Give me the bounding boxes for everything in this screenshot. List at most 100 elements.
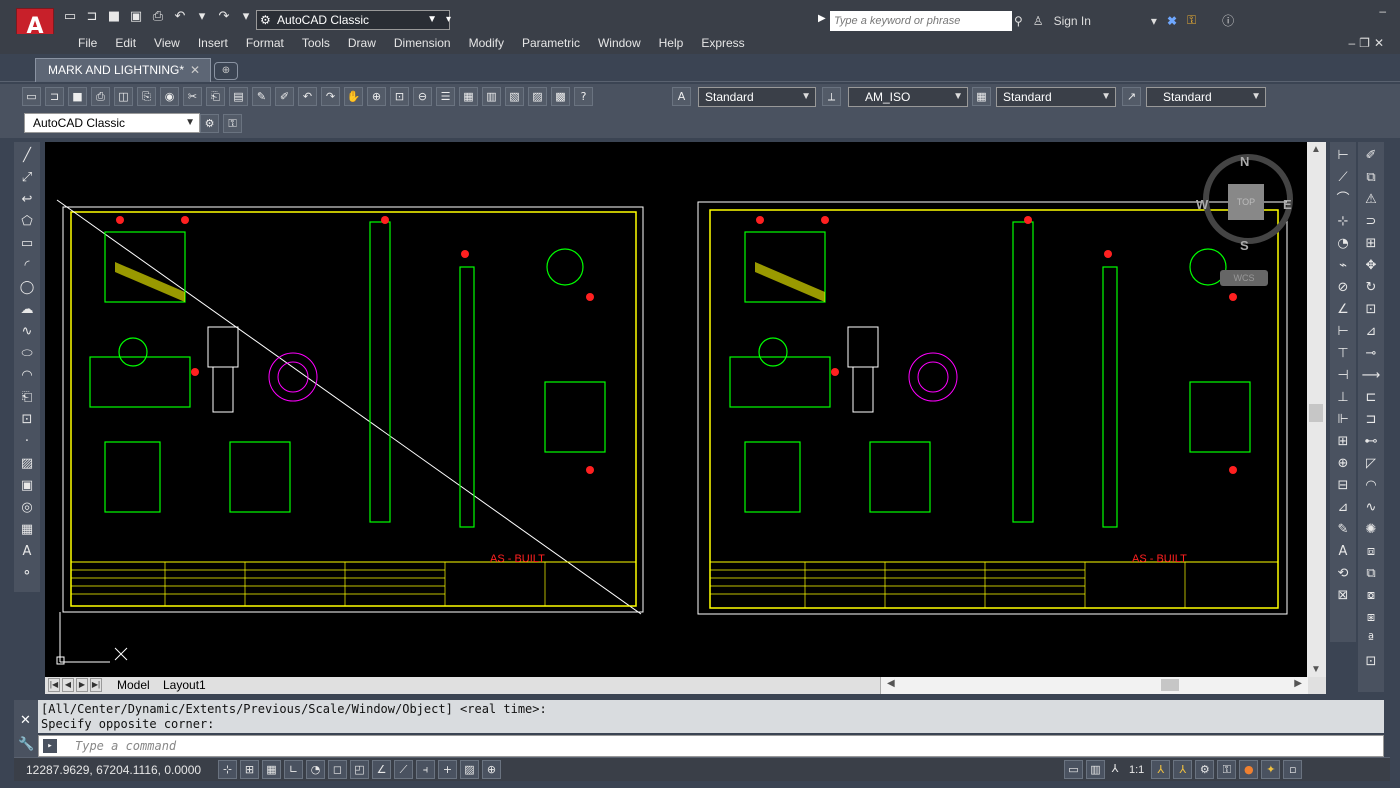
linear-dim-icon[interactable]: ⊢: [1333, 146, 1353, 165]
toolbar-lock-icon[interactable]: ⚿: [1217, 760, 1237, 779]
horizontal-scrollbar[interactable]: ◀ ▶: [880, 677, 1308, 694]
scroll-right-icon[interactable]: ▶: [1294, 678, 1302, 689]
text-style-icon[interactable]: A: [672, 87, 691, 106]
quickcalc-icon[interactable]: ▩: [551, 87, 570, 106]
menu-format[interactable]: Format: [237, 36, 293, 50]
3d-dwf-icon[interactable]: ◉: [160, 87, 179, 106]
menu-edit[interactable]: Edit: [106, 36, 145, 50]
menu-help[interactable]: Help: [650, 36, 693, 50]
command-input[interactable]: ▸ Type a command: [38, 735, 1384, 757]
inspection-icon[interactable]: ⊟: [1333, 476, 1353, 495]
point-icon[interactable]: ·: [17, 432, 37, 451]
model-space-icon[interactable]: ▭: [1064, 760, 1083, 779]
menu-dimension[interactable]: Dimension: [385, 36, 460, 50]
trim-icon[interactable]: ⊸: [1361, 344, 1381, 363]
save-icon[interactable]: ■: [106, 9, 122, 25]
revision-cloud-icon[interactable]: ☁: [17, 300, 37, 319]
continue-icon[interactable]: ⊣: [1333, 366, 1353, 385]
ellipse-icon[interactable]: ⬭: [17, 344, 37, 363]
abc-spell-icon[interactable]: ª: [1361, 630, 1381, 649]
scroll-left-icon[interactable]: ◀: [887, 678, 895, 689]
dynamic-ucs-icon[interactable]: ⟋: [394, 760, 413, 779]
infer-constraints-icon[interactable]: ⊹: [218, 760, 237, 779]
mirror-icon[interactable]: ⚠: [1361, 190, 1381, 209]
open-file-icon[interactable]: ⊐: [84, 9, 100, 25]
aligned-dim-icon[interactable]: ⟋: [1333, 168, 1353, 187]
markup-icon[interactable]: ▨: [528, 87, 547, 106]
zoom-realtime-icon[interactable]: ⊕: [367, 87, 386, 106]
rotate-icon[interactable]: ↻: [1361, 278, 1381, 297]
hatch-icon[interactable]: ▨: [17, 454, 37, 473]
search-input[interactable]: Type a keyword or phrase: [830, 11, 1012, 31]
multileader-style-select[interactable]: Standard ▼: [1146, 87, 1266, 107]
center-mark-icon[interactable]: ⊕: [1333, 454, 1353, 473]
command-prompt-icon[interactable]: ▸: [43, 739, 57, 753]
zoom-previous-icon[interactable]: ⊖: [413, 87, 432, 106]
draworder-back-icon[interactable]: ⧉: [1361, 564, 1381, 583]
copy-object-icon[interactable]: ⧉: [1361, 168, 1381, 187]
blend-icon[interactable]: ∿: [1361, 498, 1381, 517]
undo-icon[interactable]: ↶: [298, 87, 317, 106]
copy-icon[interactable]: ⎗: [206, 87, 225, 106]
first-layout-icon[interactable]: |◀: [48, 678, 60, 692]
dynamic-input-icon[interactable]: ⫞: [416, 760, 435, 779]
stretch-icon[interactable]: ⊿: [1361, 322, 1381, 341]
close-tab-icon[interactable]: ✕: [190, 59, 200, 81]
scale-icon[interactable]: ⊡: [1361, 300, 1381, 319]
3d-osnap-icon[interactable]: ◰: [350, 760, 369, 779]
isolate-objects-icon[interactable]: ✦: [1261, 760, 1281, 779]
workspace-settings-icon[interactable]: ⚙: [200, 114, 219, 133]
save-as-icon[interactable]: ▣: [128, 9, 144, 25]
jogged-linear-icon[interactable]: ⊿: [1333, 498, 1353, 517]
undo-icon[interactable]: ↶: [172, 9, 188, 25]
hardware-acceleration-icon[interactable]: ●: [1239, 760, 1259, 779]
open-icon[interactable]: ⊐: [45, 87, 64, 106]
menu-tools[interactable]: Tools: [293, 36, 339, 50]
tab-layout1[interactable]: Layout1: [163, 677, 206, 694]
baseline-icon[interactable]: ⊤: [1333, 344, 1353, 363]
doc-restore-icon[interactable]: ❐: [1359, 36, 1374, 50]
qnew-icon[interactable]: ▭: [22, 87, 41, 106]
clean-screen-icon[interactable]: ▫: [1283, 760, 1303, 779]
array-icon[interactable]: ⊞: [1361, 234, 1381, 253]
next-layout-icon[interactable]: ▶: [76, 678, 88, 692]
object-snap-icon[interactable]: ◻: [328, 760, 347, 779]
viewcube-south[interactable]: S: [1240, 238, 1249, 253]
fillet-icon[interactable]: ◠: [1361, 476, 1381, 495]
tool-palettes-icon[interactable]: ▥: [482, 87, 501, 106]
dim-break-icon[interactable]: ⊩: [1333, 410, 1353, 429]
lineweight-icon[interactable]: +: [438, 760, 457, 779]
draworder-icon[interactable]: ⧈: [1361, 542, 1381, 561]
dim-style-icon[interactable]: ⊠: [1333, 586, 1353, 605]
doc-close-icon[interactable]: ✕: [1374, 36, 1388, 50]
insert-block-icon[interactable]: ⎗: [17, 388, 37, 407]
menu-express[interactable]: Express: [692, 36, 753, 50]
erase-icon[interactable]: ✐: [1361, 146, 1381, 165]
customize-wrench-icon[interactable]: 🔧: [18, 736, 34, 752]
move-icon[interactable]: ✥: [1361, 256, 1381, 275]
break-at-point-icon[interactable]: ⊏: [1361, 388, 1381, 407]
chamfer-icon[interactable]: ◸: [1361, 454, 1381, 473]
make-block-icon[interactable]: ⊡: [17, 410, 37, 429]
sign-in-link[interactable]: Sign In: [1054, 14, 1091, 28]
attribute-icon[interactable]: ⊡: [1361, 652, 1381, 671]
workspace-select[interactable]: ⚙ AutoCAD Classic ▼ ▾: [256, 10, 451, 30]
properties-icon[interactable]: ☰: [436, 87, 455, 106]
radius-icon[interactable]: ◔: [1333, 234, 1353, 253]
coordinates-display[interactable]: 12287.9629, 67204.1116, 0.0000: [26, 763, 201, 777]
menu-draw[interactable]: Draw: [339, 36, 385, 50]
circle-icon[interactable]: ◯: [17, 278, 37, 297]
paste-icon[interactable]: ▤: [229, 87, 248, 106]
viewcube-top-face[interactable]: TOP: [1228, 184, 1264, 220]
scroll-down-icon[interactable]: ▼: [1311, 664, 1321, 675]
drawing-canvas[interactable]: AS - BUILT AS - BUILT TOP N S W E WCS: [45, 142, 1307, 677]
plot-icon[interactable]: ⎙: [150, 9, 166, 25]
minimize-window-icon[interactable]: –: [1379, 4, 1386, 18]
break-icon[interactable]: ⊐: [1361, 410, 1381, 429]
ordinate-icon[interactable]: ⊹: [1333, 212, 1353, 231]
new-tab-button[interactable]: ⊕: [214, 62, 238, 80]
line-icon[interactable]: ╱: [17, 146, 37, 165]
menu-insert[interactable]: Insert: [189, 36, 237, 50]
workspace-switch-icon[interactable]: ⚙: [1195, 760, 1215, 779]
tab-model[interactable]: Model: [117, 677, 150, 694]
